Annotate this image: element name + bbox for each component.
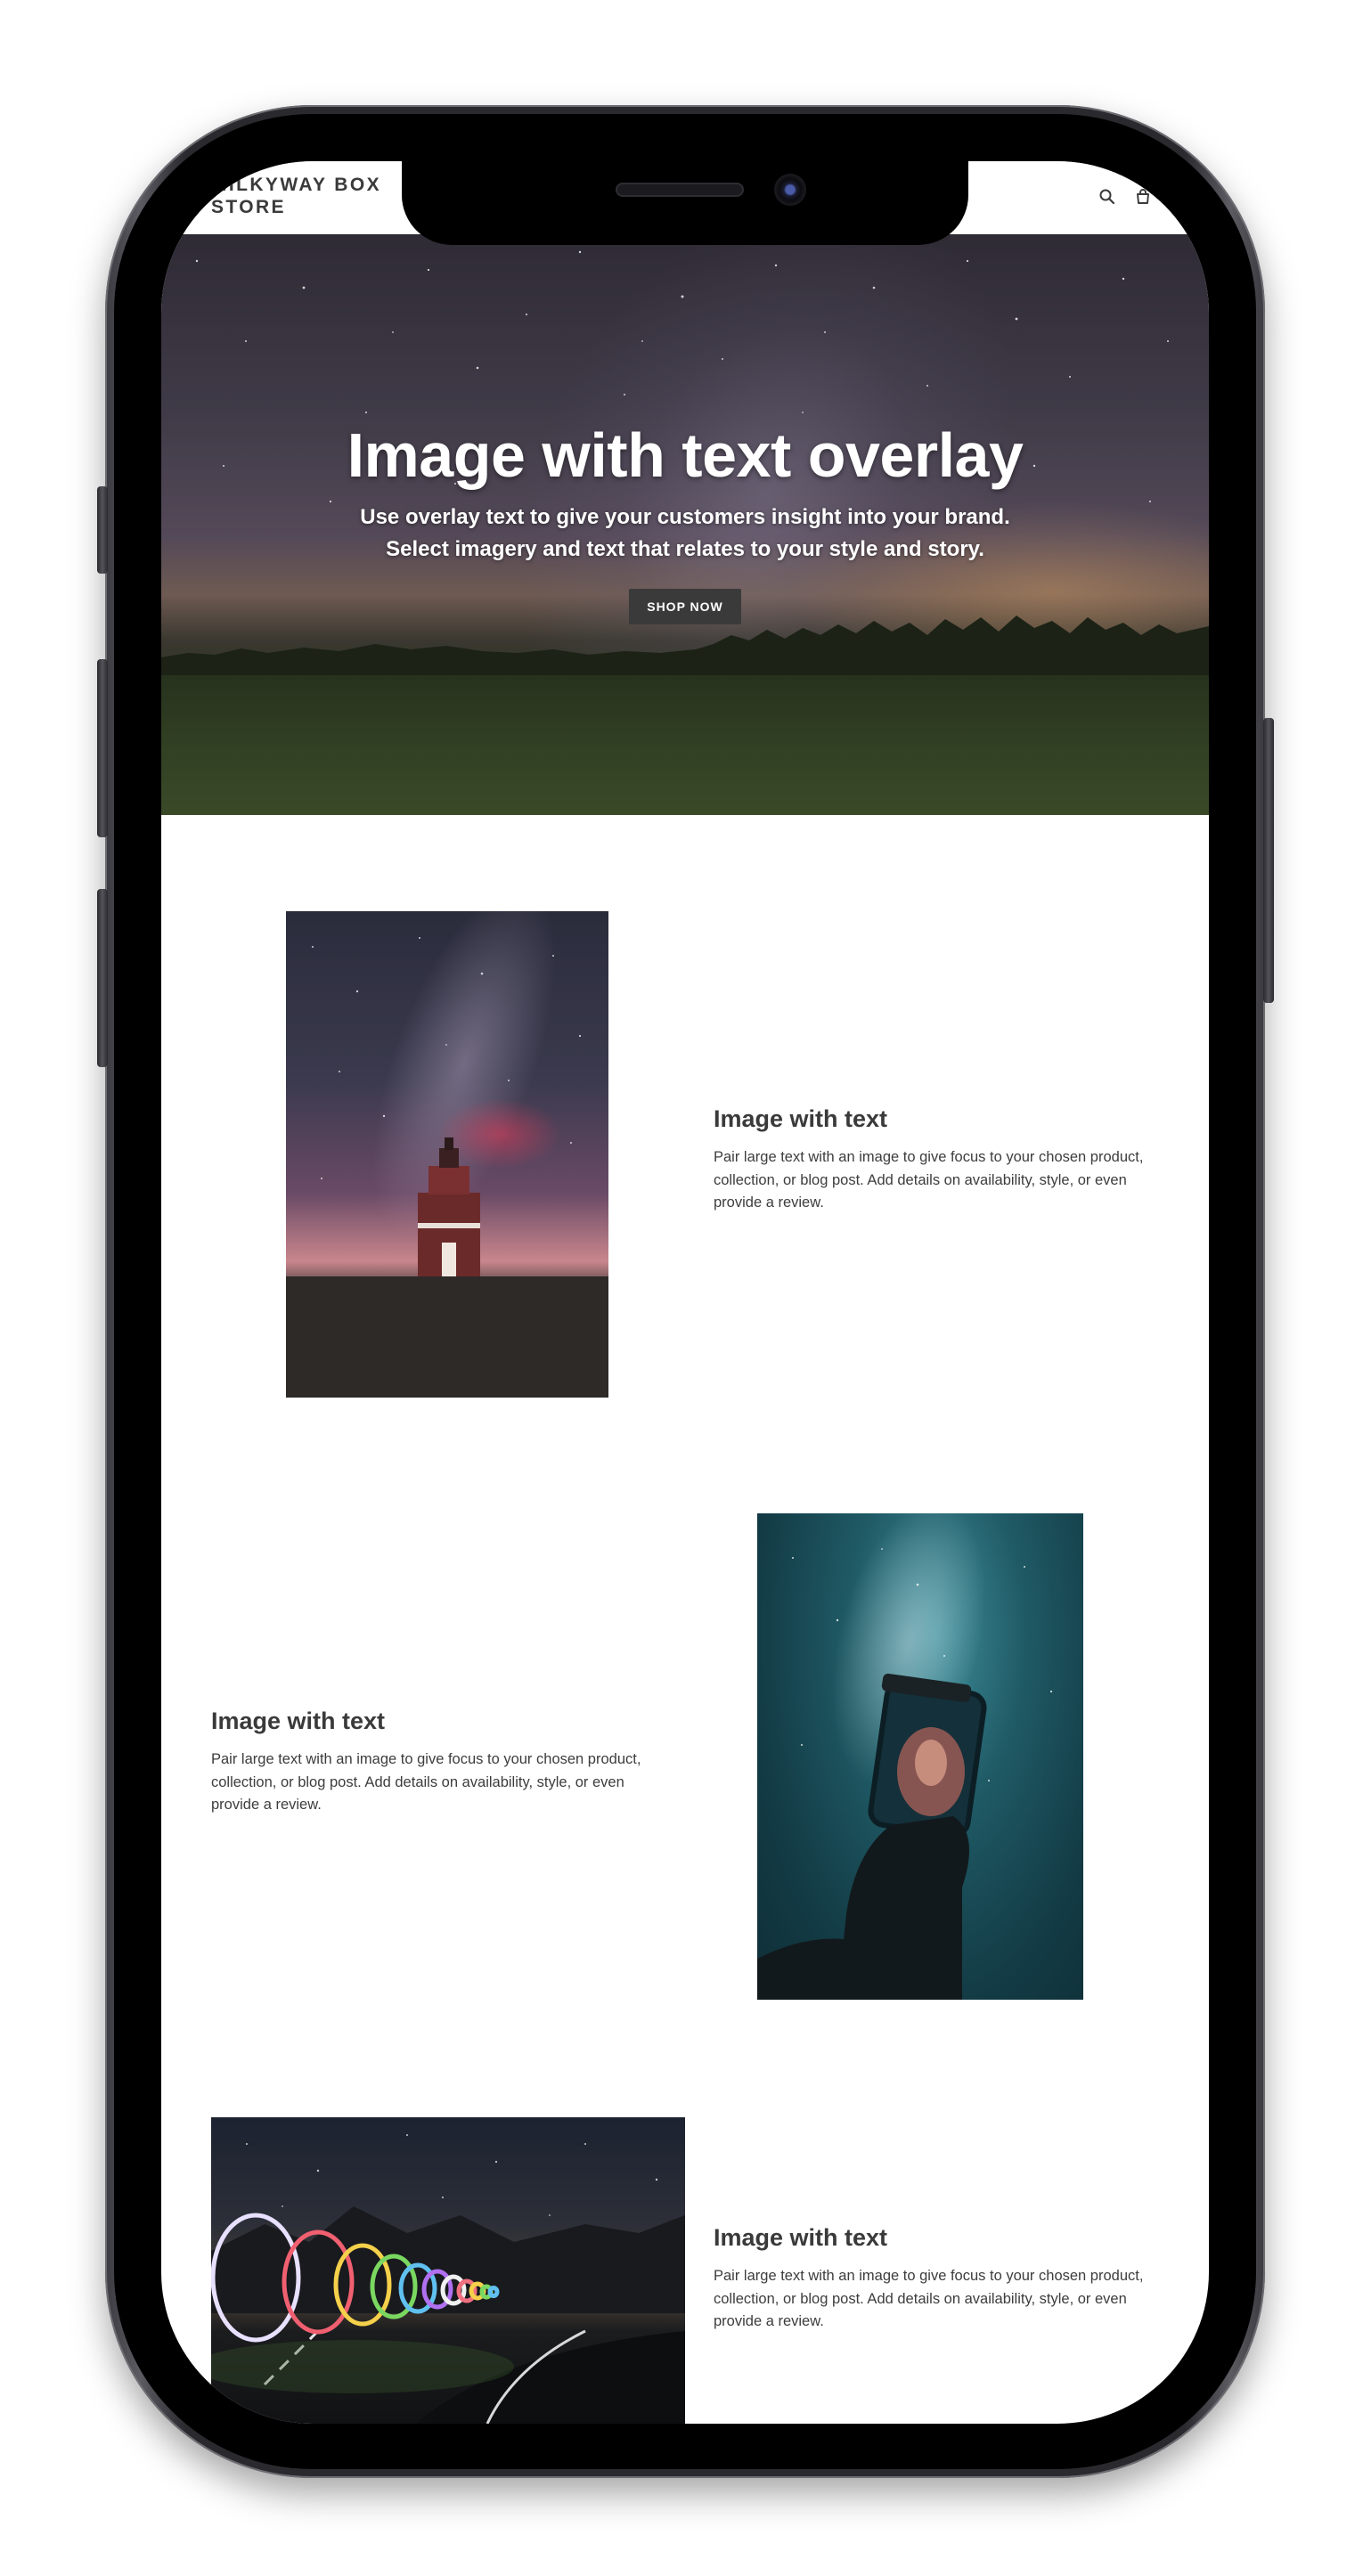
hero-banner: Image with text overlay Use overlay text… bbox=[161, 234, 1209, 815]
section-2-text: Image with text Pair large text with an … bbox=[211, 1706, 648, 1817]
header-icons bbox=[1098, 188, 1152, 206]
section-2-title: Image with text bbox=[211, 1708, 386, 1734]
section-3-body: Pair large text with an image to give fo… bbox=[714, 2268, 1144, 2329]
section-1-text: Image with text Pair large text with an … bbox=[714, 1104, 1150, 1215]
phone-screen: MILKYWAY BOX STORE Image with text overl… bbox=[161, 161, 1209, 2424]
jar-illustration bbox=[757, 1548, 1053, 2000]
section-1-title: Image with text bbox=[714, 1105, 888, 1132]
notch bbox=[402, 161, 968, 245]
hero-content: Image with text overlay Use overlay text… bbox=[161, 421, 1209, 624]
speaker-grille bbox=[616, 183, 744, 197]
hero-title: Image with text overlay bbox=[347, 420, 1024, 490]
section-1-body: Pair large text with an image to give fo… bbox=[714, 1149, 1144, 1211]
cart-icon[interactable] bbox=[1134, 188, 1152, 206]
grass-field bbox=[161, 675, 1209, 815]
section-3-text: Image with text Pair large text with an … bbox=[714, 2222, 1150, 2334]
volume-down-button bbox=[97, 889, 108, 1067]
front-camera bbox=[774, 174, 806, 206]
volume-up-button bbox=[97, 659, 108, 837]
lighthouse-image bbox=[286, 911, 608, 1398]
light-rings-illustration bbox=[211, 2134, 685, 2424]
galaxy-jar-image bbox=[757, 1513, 1083, 2000]
search-icon[interactable] bbox=[1098, 188, 1116, 206]
mute-switch bbox=[97, 486, 108, 574]
lighthouse-illustration bbox=[286, 937, 608, 1398]
shop-now-button[interactable]: SHOP NOW bbox=[629, 589, 741, 624]
section-3-title: Image with text bbox=[714, 2224, 888, 2251]
light-rings-image bbox=[211, 2117, 685, 2424]
store-logo[interactable]: MILKYWAY BOX STORE bbox=[211, 174, 389, 218]
hero-subtitle: Use overlay text to give your customers … bbox=[360, 505, 1010, 561]
power-button bbox=[1263, 718, 1274, 1003]
section-2-body: Pair large text with an image to give fo… bbox=[211, 1751, 641, 1813]
